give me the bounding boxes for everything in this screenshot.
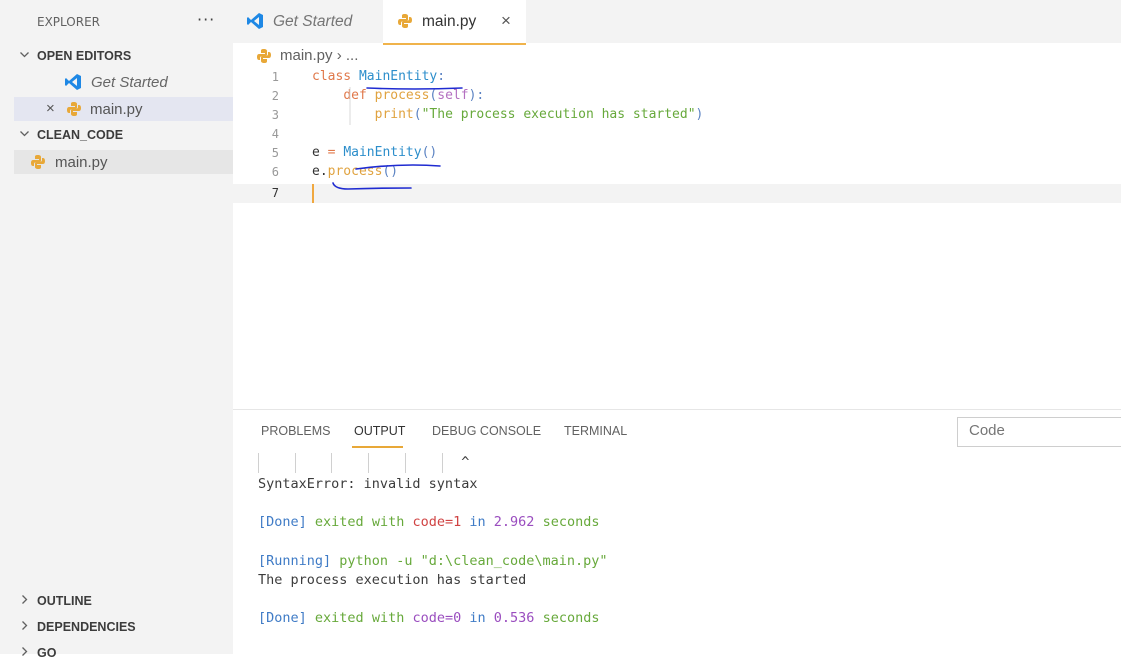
exit-code: code=0	[412, 610, 462, 626]
tab-debug-console[interactable]: DEBUG CONSOLE	[432, 424, 541, 438]
exited-text: exited with	[314, 610, 405, 626]
output-running-line: [Running] python -u "d:\clean_code\main.…	[258, 553, 608, 569]
seconds-text: seconds	[542, 610, 600, 626]
running-tag: [Running]	[258, 553, 332, 569]
in-text: in	[469, 610, 486, 626]
tab-problems[interactable]: PROBLEMS	[261, 424, 330, 438]
tab-terminal[interactable]: TERMINAL	[564, 424, 627, 438]
run-command: python -u	[339, 553, 413, 569]
output-error-line: SyntaxError: invalid syntax	[258, 476, 478, 492]
output-program-line: The process execution has started	[258, 572, 527, 588]
done-tag: [Done]	[258, 610, 307, 626]
output-done-line: [Done] exited with code=0 in 0.536 secon…	[258, 610, 599, 626]
active-tab-indicator	[352, 446, 403, 448]
bottom-panel: PROBLEMS OUTPUT DEBUG CONSOLE TERMINAL ^…	[233, 409, 1121, 655]
exit-code: code=1	[412, 514, 462, 530]
elapsed-time: 2.962	[493, 514, 535, 530]
in-text: in	[469, 514, 486, 530]
output-done-line: [Done] exited with code=1 in 2.962 secon…	[258, 514, 599, 530]
output-channel-input[interactable]	[967, 421, 1121, 440]
elapsed-time: 0.536	[493, 610, 535, 626]
tab-output[interactable]: OUTPUT	[354, 424, 405, 438]
output-channel-select[interactable]	[957, 417, 1121, 447]
seconds-text: seconds	[542, 514, 600, 530]
run-path: "d:\clean_code\main.py"	[420, 553, 608, 569]
output-caret-line: ^	[258, 454, 470, 470]
done-tag: [Done]	[258, 514, 307, 530]
exited-text: exited with	[314, 514, 405, 530]
